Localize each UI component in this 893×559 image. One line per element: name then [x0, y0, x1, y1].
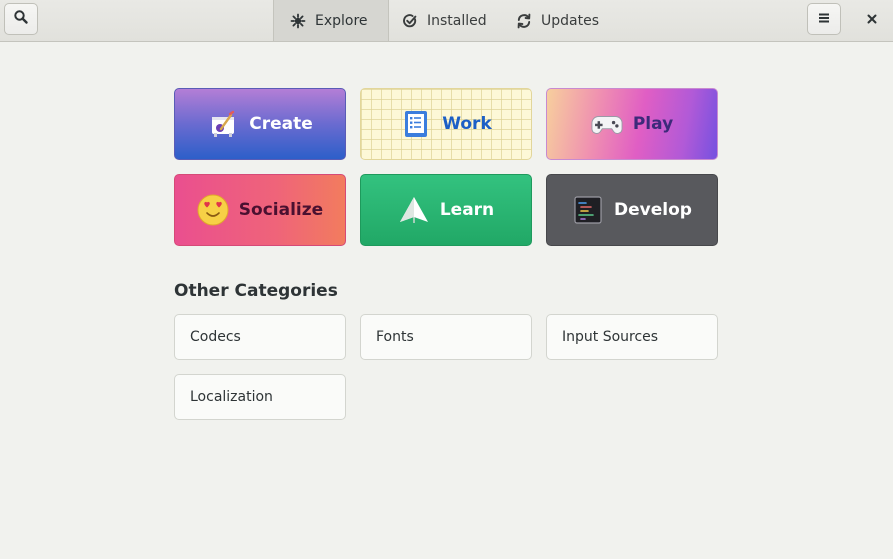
other-category-label: Input Sources — [562, 329, 659, 345]
category-tile-work[interactable]: Work — [360, 88, 532, 160]
main-menu-button[interactable] — [807, 3, 841, 35]
tab-installed[interactable]: Installed — [401, 0, 501, 41]
other-category-input-sources[interactable]: Input Sources — [546, 314, 718, 360]
tab-installed-label: Installed — [427, 12, 487, 29]
tab-explore[interactable]: Explore — [273, 0, 389, 41]
hamburger-menu-icon — [817, 10, 831, 29]
tab-updates[interactable]: Updates — [515, 0, 615, 41]
category-label-work: Work — [442, 114, 492, 134]
explore-icon — [289, 12, 307, 30]
paper-plane-icon — [398, 194, 430, 226]
other-category-label: Localization — [190, 389, 273, 405]
category-label-develop: Develop — [614, 200, 692, 220]
category-tile-create[interactable]: Create — [174, 88, 346, 160]
tab-explore-label: Explore — [315, 12, 368, 29]
category-label-learn: Learn — [439, 200, 495, 220]
other-category-localization[interactable]: Localization — [174, 374, 346, 420]
category-tile-develop[interactable]: Develop — [546, 174, 718, 246]
work-checklist-icon — [400, 108, 432, 140]
category-label-create: Create — [249, 114, 313, 134]
category-tile-socialize[interactable]: Socialize — [174, 174, 346, 246]
terminal-code-icon — [572, 194, 604, 226]
search-icon — [13, 9, 29, 29]
other-category-label: Fonts — [376, 329, 414, 345]
tab-updates-label: Updates — [541, 12, 599, 29]
create-paint-icon — [207, 108, 239, 140]
updates-refresh-icon — [515, 12, 533, 30]
close-button[interactable] — [856, 3, 888, 35]
category-tile-learn[interactable]: Learn — [360, 174, 532, 246]
close-icon — [866, 10, 878, 29]
category-label-socialize: Socialize — [238, 200, 324, 220]
heart-eyes-emoji-icon — [197, 194, 229, 226]
other-category-codecs[interactable]: Codecs — [174, 314, 346, 360]
category-label-play: Play — [632, 114, 674, 134]
other-category-label: Codecs — [190, 329, 241, 345]
header-bar: Explore Installed Updates — [0, 0, 893, 42]
other-categories-heading: Other Categories — [174, 281, 338, 301]
search-button[interactable] — [4, 3, 38, 35]
gamepad-icon — [591, 108, 623, 140]
other-category-fonts[interactable]: Fonts — [360, 314, 532, 360]
installed-check-icon — [401, 12, 419, 30]
category-tile-play[interactable]: Play — [546, 88, 718, 160]
